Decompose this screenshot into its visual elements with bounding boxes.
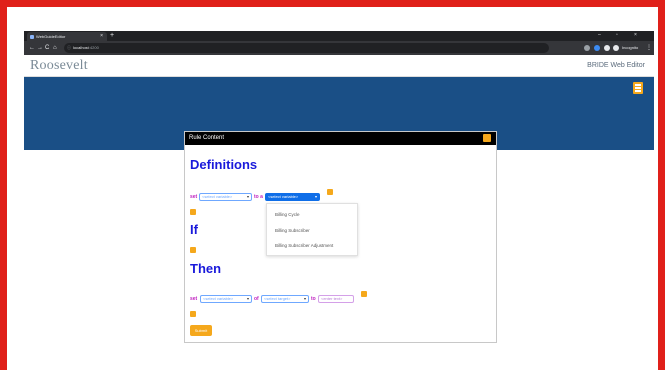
of-keyword: of — [254, 296, 259, 302]
chevron-down-icon: ▾ — [246, 194, 249, 199]
add-condition-button[interactable] — [190, 247, 196, 253]
to-keyword: to — [311, 296, 316, 302]
variable-select[interactable]: <select variable> ▾ — [199, 193, 252, 201]
tab-strip: WebGuideEditor × + – ▫ × — [24, 31, 654, 41]
value-text-input[interactable]: <enter text> — [318, 295, 354, 303]
hamburger-menu-icon[interactable] — [633, 82, 643, 94]
extension-icon[interactable] — [594, 45, 600, 51]
modal-close-button[interactable] — [483, 134, 491, 142]
back-icon[interactable]: ← — [29, 43, 35, 53]
url-host: localhost — [73, 45, 89, 50]
add-row-button[interactable] — [190, 209, 196, 215]
then-variable-select[interactable]: <select variable> ▾ — [200, 295, 252, 303]
if-heading: If — [190, 222, 198, 237]
dropdown-option[interactable]: Billing Cycle — [275, 212, 300, 217]
app-title: BRIDE Web Editor — [587, 62, 645, 69]
add-then-row-button[interactable] — [190, 311, 196, 317]
set-keyword: set — [190, 194, 198, 200]
type-select[interactable]: <select variable> ▾ — [265, 193, 320, 201]
home-icon[interactable]: ⌂ — [53, 43, 57, 53]
chevron-down-icon: ▾ — [303, 296, 306, 301]
add-definition-button[interactable] — [327, 189, 333, 195]
add-action-button[interactable] — [361, 291, 367, 297]
submit-button[interactable]: Submit — [190, 325, 212, 336]
dropdown-option[interactable]: Billing Subscriber — [275, 228, 310, 233]
forward-icon[interactable]: → — [37, 43, 43, 53]
window-close-icon[interactable]: × — [634, 31, 637, 40]
then-heading: Then — [190, 261, 222, 276]
info-icon: ⓘ — [67, 45, 71, 50]
definitions-heading: Definitions — [190, 157, 258, 172]
target-select-value: <select target> — [264, 296, 291, 301]
url-port: :4200 — [88, 45, 99, 50]
browser-tab[interactable]: WebGuideEditor × — [27, 32, 107, 41]
set-keyword: set — [190, 296, 198, 302]
type-dropdown-menu: Billing Cycle Billing Subscriber Billing… — [266, 203, 358, 256]
target-select[interactable]: <select target> ▾ — [261, 295, 309, 303]
browser-menu-icon[interactable]: ⋮ — [646, 43, 652, 53]
browser-window: WebGuideEditor × + – ▫ × ← → C ⌂ ⓘ local… — [24, 31, 654, 55]
then-variable-select-value: <select variable> — [203, 296, 234, 301]
puzzle-icon[interactable] — [604, 45, 610, 51]
chevron-down-icon: ▾ — [314, 194, 317, 199]
new-tab-button[interactable]: + — [110, 31, 114, 40]
dropdown-option[interactable]: Billing Subscriber Adjustment — [275, 243, 333, 248]
app-header: Roosevelt BRIDE Web Editor — [24, 55, 654, 77]
tab-title: WebGuideEditor — [36, 34, 66, 39]
chevron-down-icon: ▾ — [246, 296, 249, 301]
value-text-placeholder: <enter text> — [321, 296, 343, 301]
favicon-icon — [30, 35, 34, 39]
browser-toolbar: ← → C ⌂ ⓘ localhost:4200 Incognito ⋮ — [24, 41, 654, 55]
minimize-icon[interactable]: – — [598, 31, 601, 40]
incognito-label[interactable]: Incognito — [622, 43, 638, 53]
type-select-value: <select variable> — [268, 194, 299, 199]
reload-icon[interactable]: C — [45, 43, 49, 53]
maximize-icon[interactable]: ▫ — [616, 31, 618, 40]
sidepanel-icon[interactable] — [613, 45, 619, 51]
tab-close-icon[interactable]: × — [100, 32, 103, 41]
modal-title: Rule Content — [189, 135, 225, 141]
roosevelt-logo: Roosevelt — [30, 58, 88, 73]
to-a-keyword: to a — [254, 194, 263, 200]
bookmark-star-icon[interactable] — [584, 45, 590, 51]
address-bar[interactable]: ⓘ localhost:4200 — [64, 43, 549, 53]
variable-select-value: <select variable> — [202, 194, 233, 199]
modal-header: Rule Content — [185, 132, 496, 145]
